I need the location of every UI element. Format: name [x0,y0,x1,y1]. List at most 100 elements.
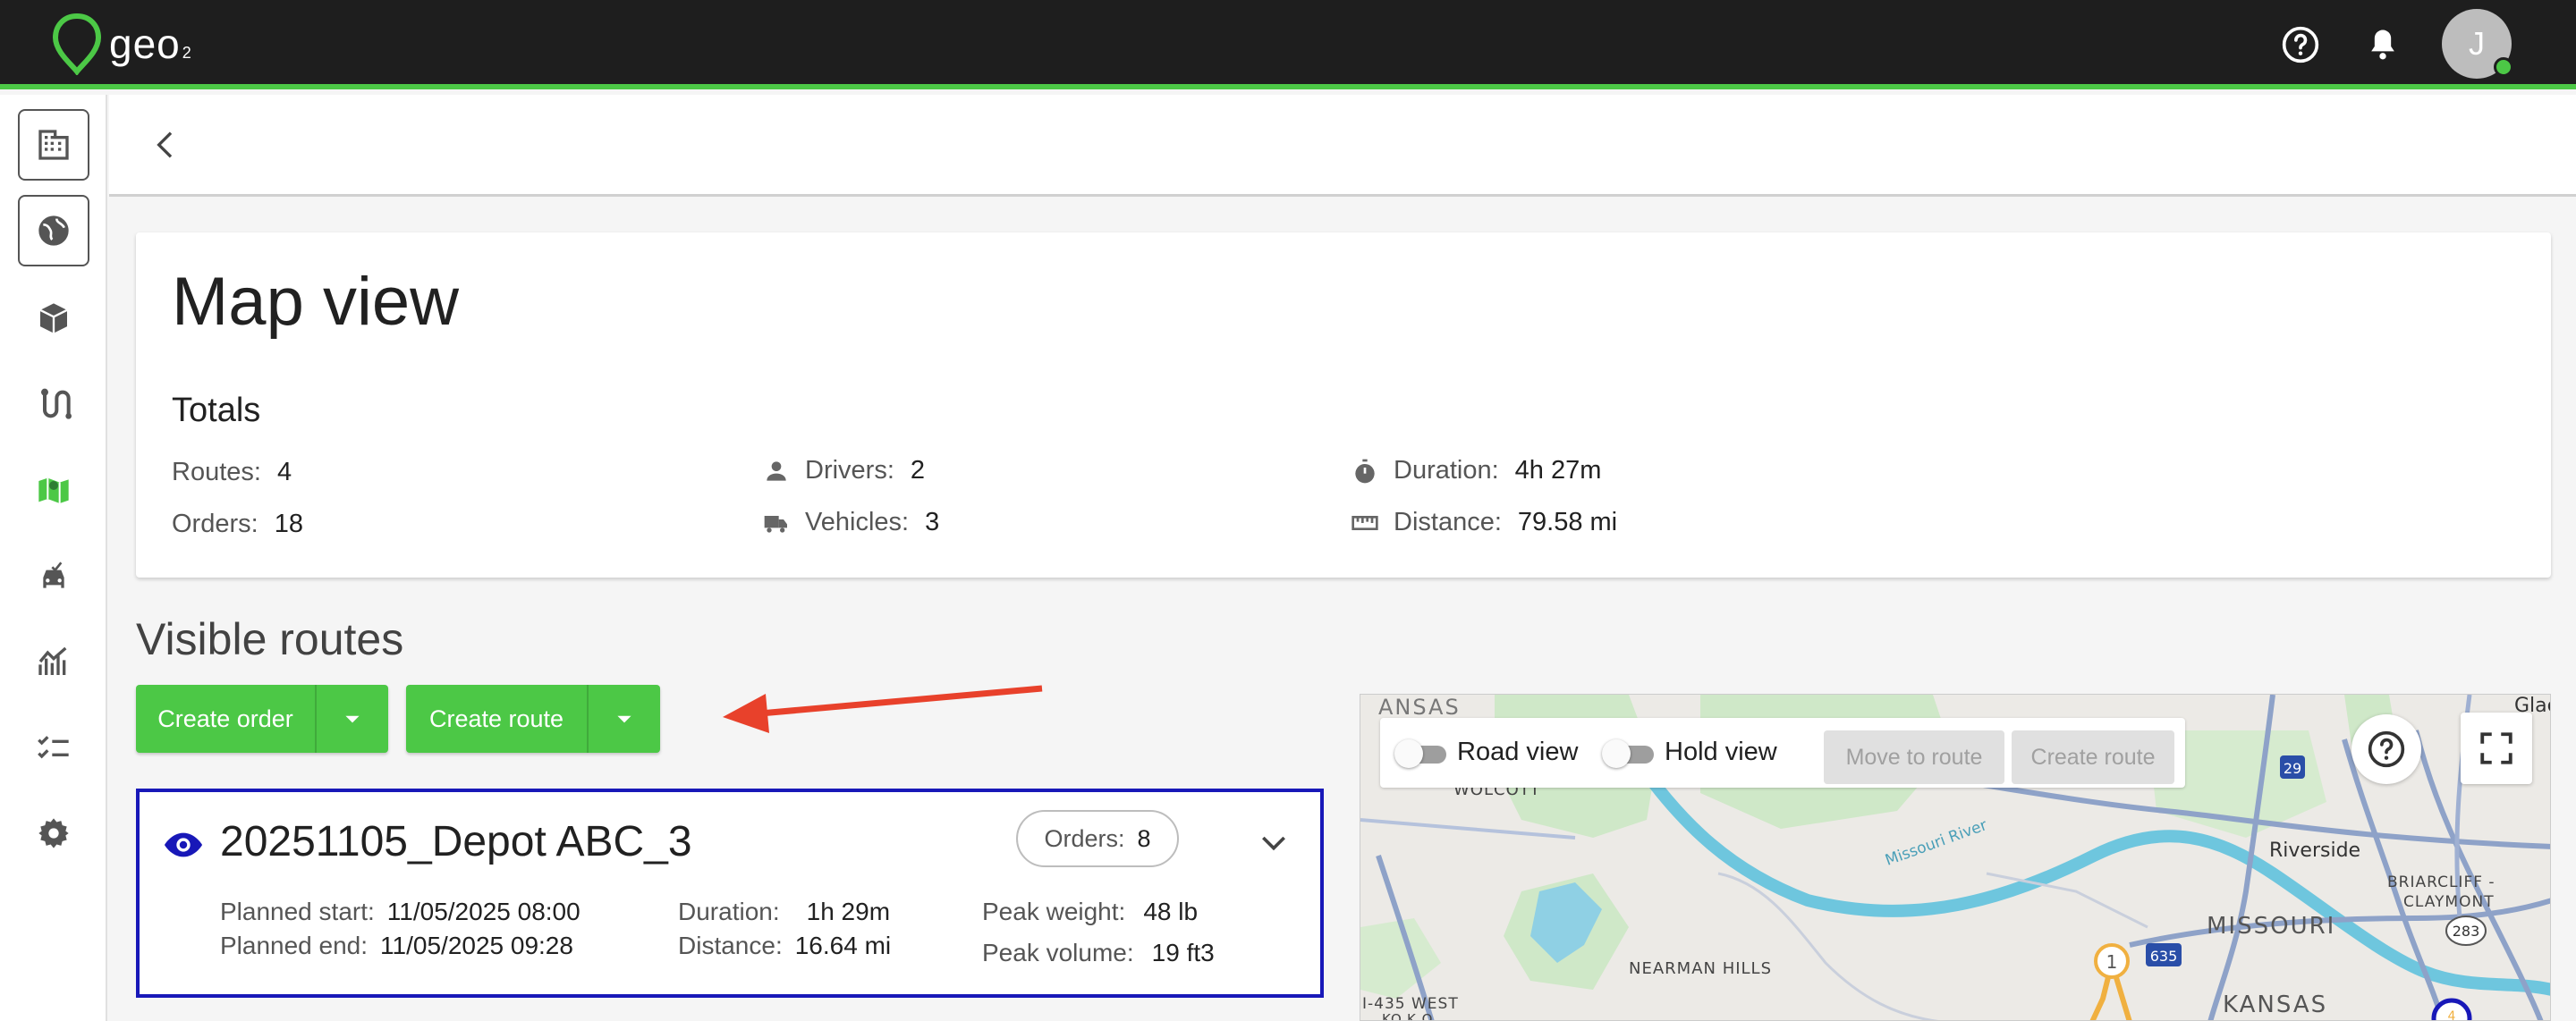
caret-down-icon [617,715,631,723]
online-status-dot [2494,57,2513,77]
drivers-label: Drivers: [805,456,894,485]
planned-start-label: Planned start: [220,898,375,925]
move-to-route-button[interactable]: Move to route [1824,730,2004,784]
page-header-bar [109,95,2576,197]
caret-down-icon [345,715,360,723]
route-distance: Distance: 16.64 mi [678,932,891,960]
route-name: 20251105_Depot ABC_3 [220,818,692,865]
delivery-car-icon [43,561,64,588]
shield-283-label: 283 [2453,923,2480,940]
sidebar-item-map-view[interactable] [18,454,89,526]
map-create-route-button[interactable]: Create route [2012,730,2174,784]
eye-visibility-icon[interactable] [163,824,204,865]
route-duration-value: 1h 29m [806,898,891,925]
stat-routes: Routes: 4 [172,458,292,487]
avatar-initial: J [2469,25,2485,62]
peak-volume: Peak volume: 19 ft3 [982,939,1215,967]
map-label-kansas-top: ANSAS [1378,695,1461,720]
vehicles-value: 3 [925,508,940,536]
sidebar-item-checklist[interactable] [18,712,89,783]
route-marker-1-label: 1 [2106,951,2118,973]
map-label-missouri: MISSOURI [2207,913,2336,940]
geo2-logo[interactable]: geo 2 [50,13,191,75]
route-distance-label: Distance: [678,932,783,959]
sidebar-item-analytics[interactable] [18,626,89,697]
map-label-claymont: CLAYMONT [2403,893,2495,911]
road-view-toggle[interactable] [1394,739,1448,768]
map-label-riverside: Riverside [2269,840,2361,862]
planned-end-value: 11/05/2025 09:28 [380,932,573,959]
map-canvas[interactable]: 1 4 29 635 283 ANSAS WOLCOTT NEARMAN HIL… [1360,694,2551,1021]
map-help-button[interactable] [2351,714,2421,784]
totals-heading: Totals [172,392,261,429]
orders-value: 18 [274,510,303,538]
distance-label: Distance: [1394,508,1502,536]
peak-weight: Peak weight: 48 lb [982,898,1198,926]
fullscreen-button[interactable] [2461,713,2532,784]
user-avatar[interactable]: J [2442,9,2513,79]
sidebar-item-routes[interactable] [18,368,89,440]
stopwatch-icon [1355,459,1375,483]
stat-duration: Duration: 4h 27m [1351,456,1601,485]
location-pin-icon [52,13,102,75]
sidebar-item-buildings[interactable] [18,109,89,181]
fullscreen-icon [2480,732,2512,764]
route-icon [41,388,72,419]
vehicles-label: Vehicles: [805,508,910,536]
distance-value: 79.58 mi [1517,508,1618,536]
hold-view-label: Hold view [1665,738,1777,766]
create-route-button[interactable]: Create route [406,685,589,753]
map-icon [38,477,69,503]
road-view-label: Road view [1457,738,1579,766]
create-order-button[interactable]: Create order [136,685,317,753]
stat-distance: Distance: 79.58 mi [1351,508,1617,537]
route-marker-4-label: 4 [2448,1009,2456,1021]
peak-weight-label: Peak weight: [982,898,1126,925]
shield-29-label: 29 [2284,760,2301,777]
sidebar-item-deliveries[interactable] [18,542,89,613]
create-route-split-button: Create route [406,685,660,753]
totals-card: Map view Totals Routes: 4 Orders: 18 Dri… [136,232,2551,578]
bell-icon[interactable] [2363,25,2402,64]
route-distance-value: 16.64 mi [794,932,892,959]
chevron-down-icon[interactable] [1256,824,1292,860]
map-label-ko: KO.K.O [1382,1011,1434,1021]
settings-gear-icon [38,818,69,848]
chevron-left-icon [157,131,173,158]
person-icon [767,460,786,481]
help-icon [2368,730,2405,768]
stat-vehicles: Vehicles: 3 [762,508,939,537]
route-duration-label: Duration: [678,898,780,925]
planned-start-value: 11/05/2025 08:00 [386,898,580,925]
create-route-dropdown-button[interactable] [589,685,660,753]
create-order-split-button: Create order [136,685,388,753]
stat-drivers: Drivers: 2 [762,456,925,485]
route-duration: Duration: 1h 29m [678,898,890,926]
shield-635-label: 635 [2150,948,2178,965]
create-order-dropdown-button[interactable] [317,685,388,753]
map-toolbar: Road view Hold view Move to route Create… [1380,718,2185,788]
sidebar [0,95,107,1021]
orders-label: Orders: [172,510,258,538]
duration-value: 4h 27m [1514,456,1602,485]
logo-subscript: 2 [182,44,191,62]
route-card[interactable]: 20251105_Depot ABC_3 Orders: 8 Planned s… [136,789,1324,998]
help-icon[interactable] [2281,25,2320,64]
sidebar-item-settings[interactable] [18,797,89,869]
truck-icon [764,515,787,533]
visible-routes-heading: Visible routes [136,614,404,664]
duration-label: Duration: [1394,456,1499,485]
planned-end-label: Planned end: [220,932,369,959]
hold-view-toggle[interactable] [1602,739,1656,768]
annotation-arrow-icon [723,685,1043,733]
back-button[interactable] [141,120,191,170]
peak-volume-label: Peak volume: [982,939,1134,966]
sidebar-item-globe[interactable] [18,195,89,266]
sidebar-item-packages[interactable] [18,283,89,354]
routes-label: Routes: [172,458,261,486]
page-title: Map view [172,264,459,340]
routes-value: 4 [276,458,292,486]
globe-icon [38,215,69,246]
ruler-icon [1352,515,1378,530]
peak-weight-value: 48 lb [1143,898,1199,925]
